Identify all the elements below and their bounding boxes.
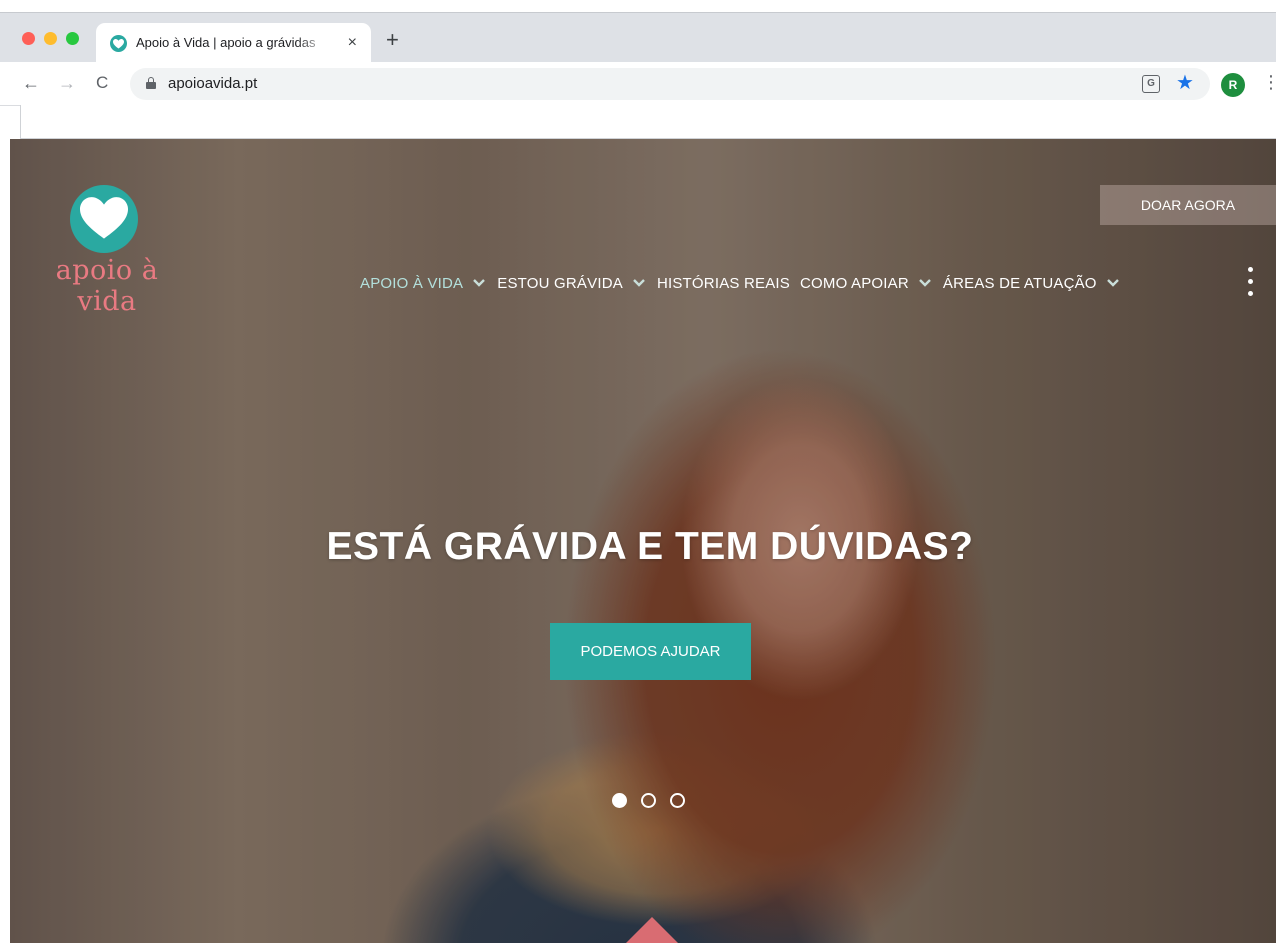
back-arrow-icon[interactable]: ← <box>22 72 40 94</box>
slide-dot-2[interactable] <box>641 793 656 808</box>
we-can-help-button[interactable]: PODEMOS AJUDAR <box>550 623 751 680</box>
nav-item-label: HISTÓRIAS REAIS <box>656 274 790 292</box>
tab-close-icon[interactable]: × <box>348 33 357 53</box>
donate-now-button[interactable]: DOAR AGORA <box>1100 185 1276 225</box>
slide-dot-1[interactable] <box>612 793 627 808</box>
nav-item-label: COMO APOIAR <box>799 274 909 292</box>
site-logo[interactable]: apoio à vida <box>22 181 192 317</box>
url-text[interactable]: apoioavida.pt <box>168 75 257 92</box>
slider-pagination <box>612 793 699 809</box>
lock-icon[interactable] <box>146 77 156 89</box>
browser-tab-active[interactable]: Apoio à Vida | apoio a grávidas × <box>96 23 371 63</box>
nav-item-historias-reais[interactable]: HISTÓRIAS REAIS <box>657 275 790 292</box>
hero-banner: apoio à vida DOAR AGORA APOIO À VIDA EST… <box>10 139 1276 943</box>
nav-item-apoio-a-vida[interactable]: APOIO À VIDA <box>360 275 487 292</box>
main-navigation: APOIO À VIDA ESTOU GRÁVIDA HISTÓRIAS REA… <box>360 271 1131 295</box>
chevron-down-icon[interactable] <box>471 276 487 290</box>
maximize-window-button[interactable] <box>66 32 79 45</box>
bookmark-star-icon[interactable]: ★ <box>1176 71 1194 95</box>
browser-tab-strip: Apoio à Vida | apoio a grávidas × + <box>0 12 1276 63</box>
reload-icon[interactable]: C <box>96 72 108 94</box>
new-tab-button[interactable]: + <box>386 29 399 51</box>
browser-toolbar: ← → C apoioavida.pt G ★ R ⋮ <box>0 62 1276 106</box>
info-bar <box>20 105 1276 139</box>
browser-menu-icon[interactable]: ⋮ <box>1262 72 1276 92</box>
nav-item-label: APOIO À VIDA <box>360 274 464 292</box>
heart-logo-icon <box>70 185 138 253</box>
nav-item-areas-de-atuacao[interactable]: ÁREAS DE ATUAÇÃO <box>943 275 1121 292</box>
nav-item-label: ESTOU GRÁVIDA <box>497 274 623 292</box>
chevron-down-icon[interactable] <box>917 276 933 290</box>
profile-avatar[interactable]: R <box>1221 73 1245 97</box>
chevron-down-icon[interactable] <box>631 276 647 290</box>
nav-item-label: ÁREAS DE ATUAÇÃO <box>942 274 1097 292</box>
logo-text: apoio à vida <box>55 255 159 317</box>
chevron-down-icon[interactable] <box>1105 276 1121 290</box>
nav-item-como-apoiar[interactable]: COMO APOIAR <box>800 275 933 292</box>
close-window-button[interactable] <box>22 32 35 45</box>
translate-icon[interactable]: G <box>1142 75 1160 93</box>
address-bar[interactable]: apoioavida.pt G ★ <box>130 68 1210 100</box>
forward-arrow-icon[interactable]: → <box>58 72 76 94</box>
hero-heading: ESTÁ GRÁVIDA E TEM DÚVIDAS? <box>326 525 974 568</box>
tab-title: Apoio à Vida | apoio a grávidas <box>136 35 316 50</box>
nav-item-estou-gravida[interactable]: ESTOU GRÁVIDA <box>497 275 647 292</box>
minimize-window-button[interactable] <box>44 32 57 45</box>
slide-dot-3[interactable] <box>670 793 685 808</box>
site-favicon-icon <box>110 35 127 52</box>
more-menu-icon[interactable] <box>1246 267 1254 301</box>
